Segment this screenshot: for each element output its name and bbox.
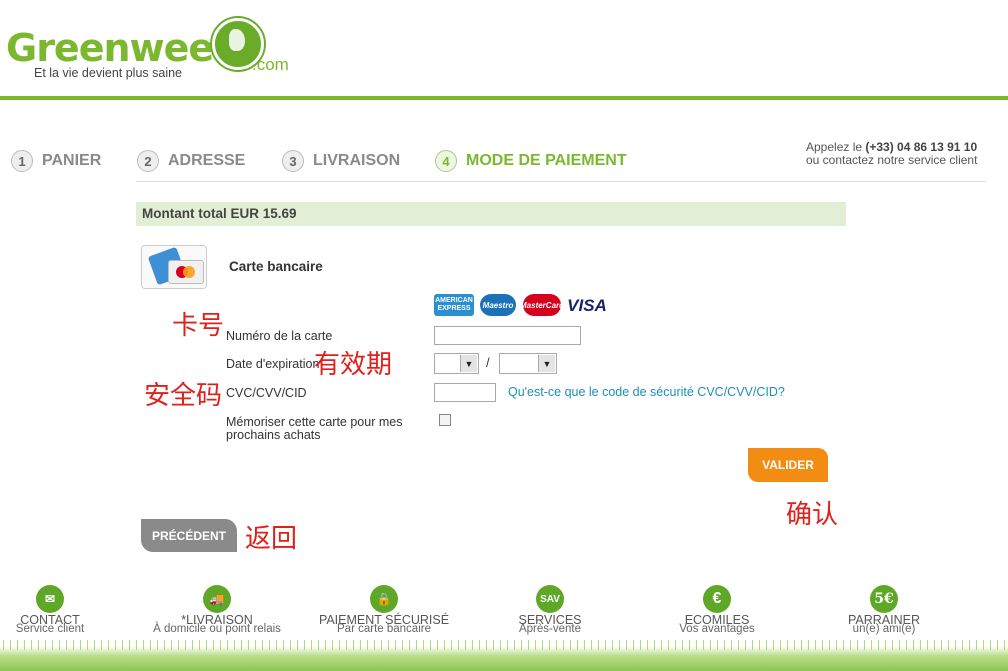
- euro-icon[interactable]: €: [703, 585, 731, 613]
- cvc-input[interactable]: [434, 383, 496, 402]
- amex-logo-icon: AMERICAN EXPRESS: [434, 294, 474, 316]
- credit-card-icon[interactable]: [141, 245, 207, 289]
- annotation-card-number: 卡号: [172, 311, 225, 341]
- step-label: MODE DE PAIEMENT: [466, 152, 627, 169]
- remember-card-checkbox[interactable]: [439, 414, 451, 426]
- step-number: 1: [11, 150, 33, 172]
- envelope-icon[interactable]: ✉: [36, 585, 64, 613]
- cvc-help-link[interactable]: Qu'est-ce que le code de sécurité CVC/CV…: [508, 385, 785, 399]
- remember-card-label-line2: prochains achats: [226, 428, 321, 442]
- annotation-expiry: 有效期: [314, 350, 393, 380]
- step-label: PANIER: [42, 152, 102, 169]
- contact-phone-line: Appelez le (+33) 04 86 13 91 10: [806, 140, 977, 154]
- card-number-label: Numéro de la carte: [226, 329, 333, 343]
- annotation-cvc: 安全码: [144, 381, 223, 411]
- cvc-label: CVC/CVV/CID: [226, 386, 307, 400]
- grass-decoration: [0, 640, 1008, 671]
- step-number: 4: [435, 150, 457, 172]
- step-number: 2: [137, 150, 159, 172]
- visa-logo-icon: VISA: [567, 296, 607, 315]
- remember-card-label: Mémoriser cette carte pour mes: [226, 415, 403, 429]
- card-number-input[interactable]: [434, 326, 581, 345]
- contact-phone[interactable]: (+33) 04 86 13 91 10: [865, 140, 977, 154]
- footer-paiement-subtitle: Par carte bancaire: [337, 623, 431, 635]
- step-mode-de-paiement: 4 MODE DE PAIEMENT: [435, 150, 627, 172]
- footer-livraison-subtitle: À domicile ou point relais: [153, 623, 281, 635]
- contact-prefix: Appelez le: [806, 140, 866, 154]
- tagline: Et la vie devient plus saine: [34, 66, 183, 80]
- payment-method-title: Carte bancaire: [229, 259, 323, 274]
- mastercard-logo-icon: MasterCard: [520, 294, 564, 316]
- valider-button[interactable]: VALIDER: [748, 448, 828, 482]
- expiry-year-select[interactable]: ▼: [499, 353, 557, 374]
- steps-divider: [136, 181, 986, 182]
- truck-icon[interactable]: 🚚: [203, 585, 231, 613]
- step-number: 3: [282, 150, 304, 172]
- chevron-down-icon: ▼: [538, 355, 555, 372]
- contact-service-line: ou contactez notre service client: [806, 153, 978, 167]
- footer-parrainer-subtitle: un(e) ami(e): [852, 623, 916, 635]
- expiry-separator: /: [486, 355, 490, 370]
- logo-domain: .com: [252, 55, 289, 74]
- total-amount-bar: Montant total EUR 15.69: [136, 202, 846, 226]
- maestro-logo-icon: Maestro: [480, 294, 516, 316]
- annotation-confirm: 确认: [786, 500, 839, 530]
- expiry-label: Date d'expiration: [226, 357, 320, 371]
- precedent-button[interactable]: PRÉCÉDENT: [141, 519, 237, 552]
- step-adresse[interactable]: 2 ADRESSE: [137, 150, 245, 172]
- logo-wordmark[interactable]: Greenwee: [6, 26, 214, 70]
- chevron-down-icon: ▼: [460, 355, 477, 372]
- step-livraison[interactable]: 3 LIVRAISON: [282, 150, 400, 172]
- five-euro-icon[interactable]: 5€: [870, 585, 898, 613]
- step-label: ADRESSE: [168, 152, 246, 169]
- footer-services-subtitle: Après-vente: [518, 623, 581, 635]
- step-panier[interactable]: 1 PANIER: [11, 150, 101, 172]
- header-divider: [0, 96, 1008, 100]
- step-label: LIVRAISON: [313, 152, 401, 169]
- lock-icon[interactable]: 🔒: [370, 585, 398, 613]
- expiry-month-select[interactable]: ▼: [434, 353, 479, 374]
- footer-ecomiles-subtitle: Vos avantages: [679, 623, 755, 635]
- sav-icon[interactable]: SAV: [536, 585, 564, 613]
- footer-contact-subtitle: Service client: [15, 623, 85, 635]
- annotation-back: 返回: [245, 524, 298, 554]
